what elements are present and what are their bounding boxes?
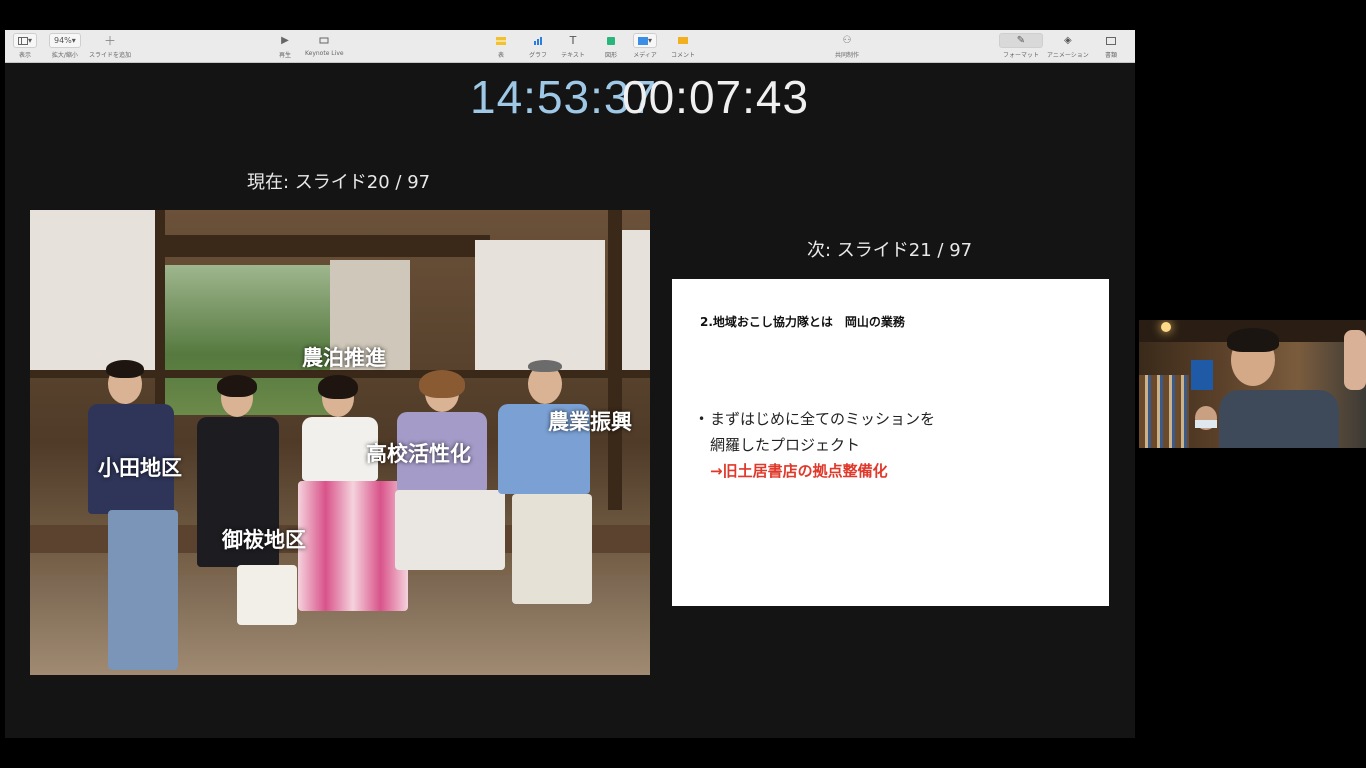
slide-label-nohaku: 農泊推進 — [302, 346, 386, 370]
table-icon — [496, 36, 506, 45]
zoom-label: 拡大/縮小 — [51, 52, 78, 59]
view-icon — [18, 36, 28, 45]
comment-button[interactable]: コメント — [671, 33, 695, 59]
document-label: 書類 — [1104, 52, 1117, 59]
chart-label: グラフ — [528, 52, 547, 59]
next-slide-preview: 2.地域おこし協力隊とは 岡山の業務 • まずはじめに全てのミッションを 網羅し… — [672, 279, 1109, 606]
collaborate-button[interactable]: ⚇ 共同制作 — [835, 33, 859, 59]
view-button[interactable]: ▾ 表示 — [13, 33, 38, 59]
play-label: 再生 — [278, 52, 291, 59]
collaborate-label: 共同制作 — [835, 52, 860, 59]
next-slide-bullet-line2: 網羅したプロジェクト — [710, 436, 861, 454]
format-icon: ✎ — [1016, 35, 1026, 46]
add-slide-button[interactable]: ＋ スライドを追加 — [89, 33, 131, 59]
zoom-icon: ▾ — [71, 36, 76, 45]
animate-button[interactable]: ◈ アニメーション — [1047, 33, 1089, 59]
next-slide-label: 次: スライド21 / 97 — [807, 240, 973, 261]
zoom-value: 94% — [54, 36, 72, 45]
next-slide-bullet-line3: →旧土居書店の拠点整備化 — [710, 462, 888, 480]
add-slide-label: スライドを追加 — [89, 52, 132, 59]
shape-label: 図形 — [604, 52, 617, 59]
view-label: 表示 — [19, 52, 32, 59]
comment-label: コメント — [671, 52, 696, 59]
shape-button[interactable]: 図形 — [599, 33, 623, 59]
text-button[interactable]: T テキスト — [561, 33, 585, 59]
slide-label-misogi: 御祓地区 — [222, 528, 306, 552]
chart-icon — [534, 36, 542, 45]
keynote-live-icon — [319, 37, 329, 43]
comment-icon — [678, 36, 688, 44]
keynote-toolbar: ▾ 表示 94% ▾ 拡大/縮小 ＋ スライドを追加 ▶ 再生 Keynote L… — [5, 30, 1135, 63]
current-slide-label: 現在: スライド20 / 97 — [247, 172, 431, 193]
webcam-video — [1139, 320, 1366, 448]
chart-button[interactable]: グラフ — [526, 33, 550, 59]
play-icon: ▶ — [281, 35, 289, 46]
next-slide-bullet-line1: まずはじめに全てのミッションを — [710, 410, 936, 428]
media-label: メディア — [633, 52, 657, 59]
text-icon: T — [569, 34, 577, 47]
animate-icon: ◈ — [1064, 35, 1072, 46]
document-button[interactable]: 書類 — [1099, 33, 1123, 59]
animate-label: アニメーション — [1047, 52, 1089, 59]
format-label: フォーマット — [1002, 52, 1039, 59]
zoom-button[interactable]: 94% ▾ 拡大/縮小 — [49, 33, 81, 59]
collaborate-icon: ⚇ — [842, 35, 852, 46]
table-label: 表 — [497, 52, 504, 59]
shape-icon — [607, 36, 615, 45]
slide-label-nogyo: 農業振興 — [548, 410, 632, 434]
table-button[interactable]: 表 — [489, 33, 513, 59]
keynote-live-button[interactable]: Keynote Live — [305, 33, 344, 57]
bullet-dot-icon: • — [698, 412, 706, 426]
format-button[interactable]: ✎ フォーマット — [999, 33, 1043, 59]
play-button[interactable]: ▶ 再生 — [273, 33, 297, 59]
next-slide-title: 2.地域おこし協力隊とは 岡山の業務 — [700, 315, 905, 329]
media-icon — [638, 36, 648, 45]
text-label: テキスト — [561, 52, 585, 59]
next-slide-bullet: • まずはじめに全てのミッションを 網羅したプロジェクト →旧土居書店の拠点整備… — [698, 406, 936, 484]
slide-label-oda: 小田地区 — [98, 456, 182, 480]
slide-label-koko: 高校活性化 — [366, 442, 471, 466]
media-button[interactable]: ▾ メディア — [633, 33, 658, 59]
document-icon — [1106, 36, 1116, 45]
current-slide-photo: 農泊推進 農業振興 高校活性化 小田地区 御祓地区 — [30, 210, 650, 675]
add-slide-icon: ＋ — [103, 34, 116, 48]
keynote-live-label: Keynote Live — [305, 50, 344, 57]
presenter-timer[interactable]: 00:07:43 — [622, 70, 809, 124]
